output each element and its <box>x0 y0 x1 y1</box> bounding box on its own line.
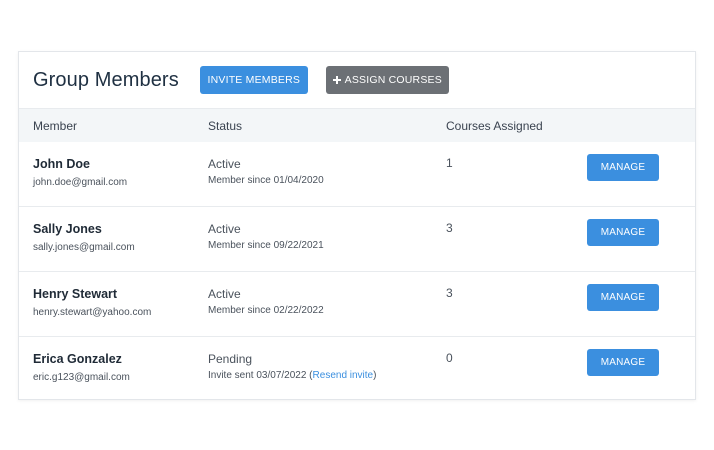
courses-assigned-count: 3 <box>446 221 453 235</box>
manage-button[interactable]: Manage <box>587 284 659 311</box>
assign-courses-button[interactable]: Assign Courses <box>325 66 449 94</box>
table-header: Member Status Courses Assigned <box>19 109 695 142</box>
invite-detail-suffix: ) <box>373 370 377 381</box>
column-header-member: Member <box>33 118 78 133</box>
member-status-detail: Member since 09/22/2021 <box>208 240 324 251</box>
page-title: Group Members <box>33 68 179 91</box>
member-email: john.doe@gmail.com <box>33 177 128 188</box>
member-status-detail: Member since 01/04/2020 <box>208 175 324 186</box>
member-email: sally.jones@gmail.com <box>33 242 135 253</box>
invite-sent-text: Invite sent 03/07/2022 ( <box>208 370 313 381</box>
member-status: Active <box>208 287 241 301</box>
member-name: Erica Gonzalez <box>33 352 122 366</box>
manage-button[interactable]: Manage <box>587 349 659 376</box>
courses-assigned-count: 3 <box>446 286 453 300</box>
table-row: Erica Gonzalez eric.g123@gmail.com Pendi… <box>19 337 695 402</box>
column-header-courses: Courses Assigned <box>446 118 543 133</box>
member-list: John Doe john.doe@gmail.com Active Membe… <box>19 142 695 402</box>
manage-button[interactable]: Manage <box>587 154 659 181</box>
courses-assigned-count: 1 <box>446 156 453 170</box>
courses-assigned-count: 0 <box>446 351 453 365</box>
group-members-card: Group Members Invite Members Assign Cour… <box>18 51 696 400</box>
member-status: Active <box>208 222 241 236</box>
member-email: eric.g123@gmail.com <box>33 372 130 383</box>
table-row: John Doe john.doe@gmail.com Active Membe… <box>19 142 695 207</box>
plus-icon <box>332 76 341 84</box>
invite-members-button[interactable]: Invite Members <box>199 66 308 94</box>
card-header: Group Members Invite Members Assign Cour… <box>19 52 695 109</box>
member-status-detail: Member since 02/22/2022 <box>208 305 324 316</box>
member-status: Active <box>208 157 241 171</box>
table-row: Sally Jones sally.jones@gmail.com Active… <box>19 207 695 272</box>
member-name: Sally Jones <box>33 222 102 236</box>
assign-courses-label: Assign Courses <box>344 74 442 86</box>
table-row: Henry Stewart henry.stewart@yahoo.com Ac… <box>19 272 695 337</box>
member-status: Pending <box>208 352 253 366</box>
resend-invite-link[interactable]: Resend invite <box>313 370 374 381</box>
manage-button[interactable]: Manage <box>587 219 659 246</box>
member-name: John Doe <box>33 157 90 171</box>
column-header-status: Status <box>208 118 243 133</box>
member-status-detail: Invite sent 03/07/2022 (Resend invite) <box>208 370 376 381</box>
member-name: Henry Stewart <box>33 287 118 301</box>
member-email: henry.stewart@yahoo.com <box>33 307 152 318</box>
